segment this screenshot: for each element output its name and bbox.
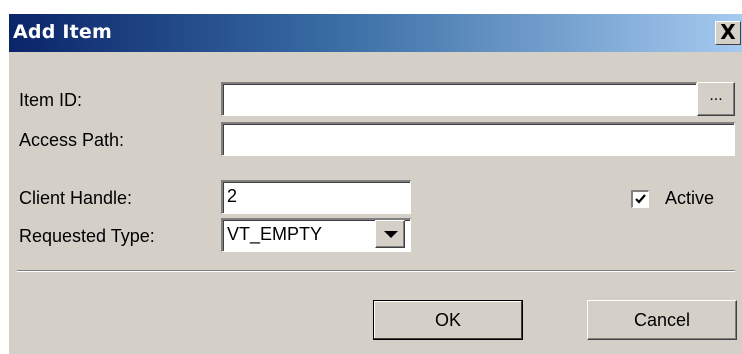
active-label: Active — [665, 188, 715, 208]
requested-type-label: Requested Type: — [19, 226, 155, 246]
separator — [17, 270, 735, 272]
chevron-down-icon — [384, 231, 398, 238]
client-handle-label: Client Handle: — [19, 188, 133, 208]
active-checkbox[interactable] — [631, 190, 649, 208]
item-id-label: Item ID: — [19, 90, 83, 110]
title-bar[interactable]: Add Item X — [9, 14, 742, 52]
requested-type-dropdown-button[interactable] — [375, 220, 405, 248]
item-id-input[interactable] — [221, 82, 697, 116]
access-path-label: Access Path: — [19, 130, 125, 150]
close-button[interactable]: X — [715, 21, 741, 45]
add-item-dialog: Add Item X Item ID: ... Access Path: Cli… — [8, 14, 742, 354]
ok-button[interactable]: OK — [373, 300, 523, 340]
close-icon: X — [720, 20, 736, 44]
browse-button[interactable]: ... — [697, 82, 735, 116]
cancel-button[interactable]: Cancel — [587, 300, 737, 340]
client-handle-input[interactable]: 2 — [221, 180, 411, 214]
window-title: Add Item — [13, 21, 112, 43]
checkmark-icon — [635, 194, 646, 204]
access-path-input[interactable] — [221, 122, 735, 156]
